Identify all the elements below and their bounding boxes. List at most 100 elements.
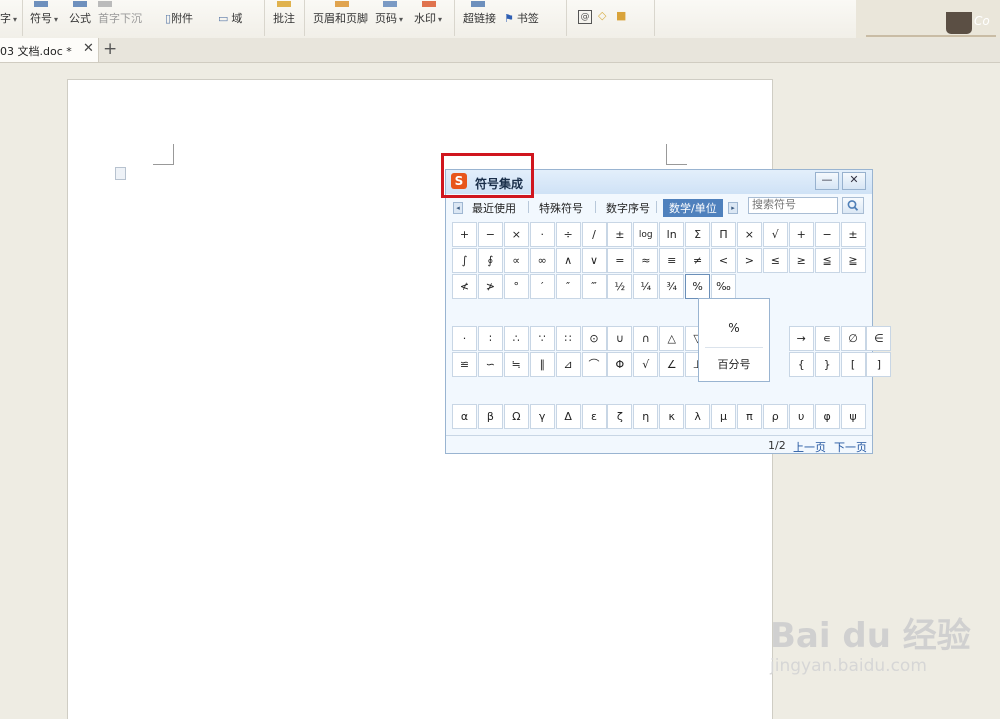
symbol-cell[interactable]: ln: [659, 222, 685, 247]
symbol-cell[interactable]: ·: [529, 222, 555, 247]
symbol-cell[interactable]: ∧: [555, 248, 581, 273]
eraser-button[interactable]: ◇: [598, 9, 606, 22]
symbol-cell[interactable]: √: [762, 222, 788, 247]
symbol-cell[interactable]: ≒: [503, 352, 529, 377]
symbol-cell[interactable]: υ: [788, 404, 814, 429]
symbol-cell[interactable]: ‰: [711, 274, 736, 299]
symbol-cell[interactable]: ¼: [633, 274, 659, 299]
chevron-left-icon[interactable]: ◂: [453, 202, 463, 214]
search-input[interactable]: [748, 197, 838, 214]
symbol-cell[interactable]: ∽: [477, 352, 503, 377]
symbol-cell[interactable]: →: [788, 326, 814, 351]
close-icon[interactable]: ✕: [83, 41, 94, 56]
symbol-cell[interactable]: γ: [529, 404, 555, 429]
symbol-cell[interactable]: ±: [840, 222, 866, 247]
symbol-cell[interactable]: η: [633, 404, 659, 429]
symbol-cell[interactable]: {: [788, 352, 814, 377]
watermark-button[interactable]: 水印 ▾: [414, 1, 442, 26]
symbol-cell[interactable]: ∥: [529, 352, 555, 377]
symbol-cell[interactable]: °: [503, 274, 529, 299]
symbol-cell[interactable]: ≦: [814, 248, 840, 273]
symbol-cell[interactable]: ζ: [607, 404, 633, 429]
symbol-cell[interactable]: ≮: [452, 274, 477, 299]
prev-page-link[interactable]: 上一页: [793, 439, 826, 455]
symbol-cell[interactable]: κ: [659, 404, 685, 429]
minimize-button[interactable]: —: [815, 172, 839, 190]
symbol-cell[interactable]: Φ: [607, 352, 633, 377]
symbol-cell[interactable]: Π: [711, 222, 736, 247]
symbol-cell[interactable]: ≤: [762, 248, 788, 273]
close-button[interactable]: ✕: [842, 172, 866, 190]
symbol-cell[interactable]: ∷: [555, 326, 581, 351]
header-footer-button[interactable]: 页眉和页脚: [313, 1, 368, 26]
symbol-cell[interactable]: ψ: [840, 404, 866, 429]
tab-recent[interactable]: 最近使用: [472, 200, 516, 216]
symbol-cell[interactable]: ″: [555, 274, 581, 299]
symbol-cell[interactable]: ′: [529, 274, 555, 299]
symbol-cell[interactable]: ∞: [529, 248, 555, 273]
symbol-cell[interactable]: √: [633, 352, 659, 377]
document-tab[interactable]: 03 文档.doc * ✕: [0, 38, 99, 62]
symbol-cell[interactable]: λ: [685, 404, 711, 429]
symbol-cell[interactable]: π: [736, 404, 762, 429]
formula-button[interactable]: 公式: [69, 1, 91, 26]
symbol-cell[interactable]: μ: [711, 404, 736, 429]
symbol-cell[interactable]: ∪: [607, 326, 633, 351]
symbol-cell[interactable]: ¾: [659, 274, 685, 299]
symbol-cell[interactable]: ½: [607, 274, 633, 299]
symbol-cell[interactable]: ≌: [452, 352, 477, 377]
symbol-cell[interactable]: ⊿: [555, 352, 581, 377]
symbol-cell[interactable]: ∝: [503, 248, 529, 273]
symbol-cell[interactable]: ∮: [477, 248, 503, 273]
page-number-button[interactable]: 页码 ▾: [375, 1, 403, 26]
symbol-cell[interactable]: ≧: [840, 248, 866, 273]
symbol-cell[interactable]: ∫: [452, 248, 477, 273]
bookmark-button[interactable]: ⚑ 书签: [504, 10, 539, 26]
symbol-cell[interactable]: ∅: [840, 326, 866, 351]
symbol-cell[interactable]: −: [477, 222, 503, 247]
symbol-cell[interactable]: ≠: [685, 248, 711, 273]
symbol-cell[interactable]: ≥: [788, 248, 814, 273]
symbol-cell[interactable]: ·: [452, 326, 477, 351]
symbol-cell[interactable]: +: [788, 222, 814, 247]
symbol-cell[interactable]: −: [814, 222, 840, 247]
field-button[interactable]: ▭ 域: [218, 10, 242, 26]
symbol-cell[interactable]: △: [659, 326, 685, 351]
symbol-cell[interactable]: φ: [814, 404, 840, 429]
symbol-cell[interactable]: ρ: [762, 404, 788, 429]
symbol-cell[interactable]: >: [736, 248, 762, 273]
symbol-cell[interactable]: %: [685, 274, 711, 299]
symbol-cell[interactable]: +: [452, 222, 477, 247]
comment-button[interactable]: 批注: [273, 1, 295, 26]
lock-button[interactable]: ■: [616, 9, 626, 22]
symbol-cell[interactable]: ±: [607, 222, 633, 247]
chevron-right-icon[interactable]: ▸: [728, 202, 738, 214]
tab-numeric-sequence[interactable]: 数字序号: [606, 200, 650, 216]
symbol-cell[interactable]: Σ: [685, 222, 711, 247]
tab-special-symbols[interactable]: 特殊符号: [539, 200, 583, 216]
symbol-cell[interactable]: ∩: [633, 326, 659, 351]
symbol-cell[interactable]: Δ: [555, 404, 581, 429]
symbol-cell[interactable]: =: [607, 248, 633, 273]
attachment-button[interactable]: ▯附件: [165, 10, 193, 26]
symbol-cell[interactable]: ∴: [503, 326, 529, 351]
symbol-cell[interactable]: }: [814, 352, 840, 377]
symbol-cell[interactable]: ÷: [555, 222, 581, 247]
symbol-cell[interactable]: ≈: [633, 248, 659, 273]
text-box-button[interactable]: @: [578, 9, 592, 24]
symbol-cell[interactable]: ×: [736, 222, 762, 247]
drop-cap-button[interactable]: 首字下沉: [98, 1, 142, 26]
font-button[interactable]: 字 ▾: [0, 10, 17, 26]
symbol-cell[interactable]: ≡: [659, 248, 685, 273]
symbol-cell[interactable]: [: [840, 352, 866, 377]
add-tab-button[interactable]: +: [103, 39, 117, 59]
symbol-cell[interactable]: β: [477, 404, 503, 429]
symbol-cell[interactable]: ≯: [477, 274, 503, 299]
symbol-cell[interactable]: ∕: [581, 222, 607, 247]
symbol-cell[interactable]: Ω: [503, 404, 529, 429]
symbol-cell[interactable]: ]: [866, 352, 892, 377]
symbol-cell[interactable]: ⊙: [581, 326, 607, 351]
symbol-cell[interactable]: log: [633, 222, 659, 247]
symbol-cell[interactable]: ε: [581, 404, 607, 429]
next-page-link[interactable]: 下一页: [834, 439, 867, 455]
